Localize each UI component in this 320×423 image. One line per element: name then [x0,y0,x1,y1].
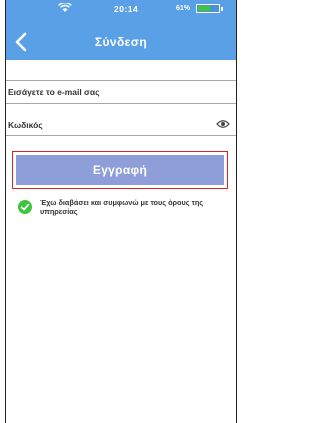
wifi-icon [58,3,72,12]
battery-nub [221,7,223,11]
battery-fill [198,6,210,11]
terms-agreement-text: Έχω διαβάσει και συμφωνώ με τους όρους τ… [40,198,204,216]
email-field[interactable] [6,80,236,104]
status-bar: 20:14 61% [6,0,236,20]
register-button[interactable]: Εγγραφή [16,155,224,185]
password-field[interactable] [6,114,236,136]
password-input[interactable] [6,114,206,135]
status-time: 20:14 [114,4,139,14]
eye-icon[interactable] [216,119,230,129]
email-input[interactable] [6,81,206,103]
checkmark-circle-icon[interactable] [18,200,32,214]
battery-percentage: 61% [176,5,191,12]
app-screen: 20:14 61% Σύνδεση Εγγραφή Έχω διαβάσει κ… [5,0,237,423]
app-header: 20:14 61% Σύνδεση [6,0,236,60]
battery-icon [196,4,223,13]
page-title: Σύνδεση [94,35,148,49]
